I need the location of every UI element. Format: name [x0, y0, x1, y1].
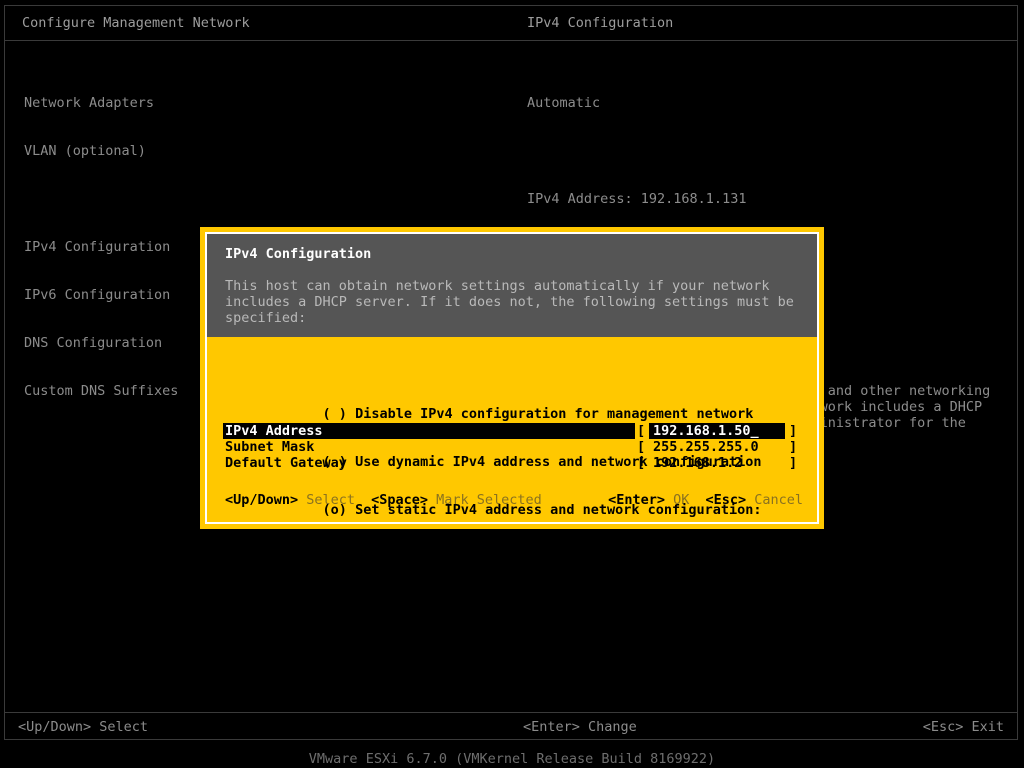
- sp: [665, 492, 673, 508]
- field-bracket-left: [: [637, 455, 646, 471]
- field-row-subnet-mask[interactable]: Subnet Mask [ 255.255.255.0 ]: [225, 439, 801, 455]
- field-bracket-left: [: [637, 423, 646, 439]
- dialog-description: This host can obtain network settings au…: [225, 278, 794, 326]
- field-label-ipv4-address: IPv4 Address: [223, 423, 331, 439]
- radio-label: Disable IPv4 configuration for managemen…: [355, 406, 754, 422]
- field-row-default-gateway[interactable]: Default Gateway [ 192.168.1.2 ]: [225, 455, 801, 471]
- field-bracket-left: [: [637, 439, 646, 455]
- status-enter-change: <Enter> Change: [523, 719, 637, 735]
- sp: [746, 492, 754, 508]
- default-gateway-input[interactable]: 192.168.1.2: [653, 455, 742, 471]
- key-enter-label: OK: [673, 492, 690, 508]
- radio-option-disable-ipv4[interactable]: ( ) Disable IPv4 configuration for manag…: [225, 390, 761, 422]
- status-esc-exit: <Esc> Exit: [922, 719, 1004, 735]
- radio-label-spacer: [347, 406, 355, 422]
- ipv4-address-value: 192.168.1.50: [653, 423, 751, 439]
- dialog-body: ( ) Disable IPv4 configuration for manag…: [207, 337, 817, 522]
- key-enter[interactable]: <Enter>: [608, 492, 665, 508]
- subnet-mask-input[interactable]: 255.255.255.0: [653, 439, 759, 455]
- dialog-footer-left: <Up/Down> Select <Space> Mark Selected: [225, 492, 542, 508]
- detail-spacer-1: [527, 143, 997, 159]
- ipv4-configuration-dialog: IPv4 Configuration This host can obtain …: [200, 227, 824, 529]
- sp: [428, 492, 436, 508]
- field-row-ipv4-address[interactable]: IPv4 Address [ 192.168.1.50_ ]: [223, 423, 801, 439]
- field-bracket-right: ]: [789, 439, 798, 455]
- key-updown-label: Select: [306, 492, 356, 508]
- field-bracket-right: ]: [789, 455, 798, 471]
- header-separator: [5, 40, 1018, 41]
- ipv4-address-input[interactable]: 192.168.1.50_: [653, 423, 759, 439]
- key-updown: <Up/Down>: [225, 492, 299, 508]
- detail-mode: Automatic: [527, 95, 601, 111]
- radio-marker-icon: ( ): [322, 406, 347, 422]
- sidebar-item-vlan[interactable]: VLAN (optional): [24, 143, 454, 159]
- field-bracket-right: ]: [789, 423, 798, 439]
- detail-ipv4-address: IPv4 Address: 192.168.1.131: [527, 191, 747, 207]
- field-label-default-gateway: Default Gateway: [225, 455, 347, 471]
- dialog-footer-right: <Enter> OK <Esc> Cancel: [608, 492, 803, 508]
- status-updown-select: <Up/Down> Select: [18, 719, 149, 735]
- text-cursor: _: [750, 423, 759, 439]
- status-bar: <Up/Down> Select <Enter> Change <Esc> Ex…: [5, 713, 1018, 740]
- sidebar-item-network-adapters[interactable]: Network Adapters: [24, 95, 454, 111]
- dialog-title: IPv4 Configuration: [225, 246, 372, 262]
- page-title-right: IPv4 Configuration: [527, 15, 674, 31]
- page-title-left: Configure Management Network: [22, 15, 250, 31]
- field-label-subnet-mask: Subnet Mask: [225, 439, 315, 455]
- dialog-inner-frame: IPv4 Configuration This host can obtain …: [205, 232, 819, 524]
- menu-spacer: [24, 191, 454, 207]
- selection-highlight-strip: [329, 423, 635, 439]
- version-string: VMware ESXi 6.7.0 (VMKernel Release Buil…: [308, 751, 716, 767]
- dialog-footer: <Up/Down> Select <Space> Mark Selected <E…: [225, 492, 803, 508]
- key-esc[interactable]: <Esc>: [705, 492, 746, 508]
- key-esc-label: Cancel: [754, 492, 803, 508]
- static-ipv4-fields: IPv4 Address [ 192.168.1.50_ ] Subnet Ma…: [223, 423, 801, 471]
- dialog-header: IPv4 Configuration This host can obtain …: [207, 234, 817, 337]
- key-space-label: Mark Selected: [436, 492, 542, 508]
- key-space: <Space>: [371, 492, 428, 508]
- dcui-screen: Configure Management Network IPv4 Config…: [0, 0, 1024, 768]
